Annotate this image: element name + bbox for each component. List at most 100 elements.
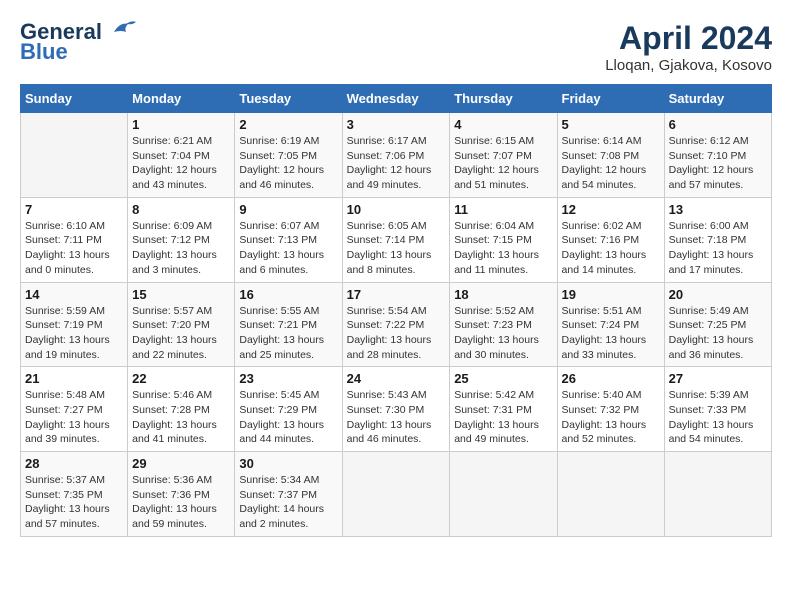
weekday-header-tuesday: Tuesday — [235, 85, 342, 113]
calendar-day-cell: 3 Sunrise: 6:17 AM Sunset: 7:06 PM Daylig… — [342, 113, 450, 198]
day-number: 24 — [347, 371, 446, 386]
calendar-table: SundayMondayTuesdayWednesdayThursdayFrid… — [20, 84, 772, 537]
calendar-day-cell: 5Sunrise: 6:14 AM Sunset: 7:08 PM Daylig… — [557, 113, 664, 198]
day-number: 22 — [132, 371, 230, 386]
day-number: 17 — [347, 287, 446, 302]
day-number: 9 — [239, 202, 337, 217]
day-info: Sunrise: 6:04 AM Sunset: 7:15 PM Dayligh… — [454, 219, 552, 278]
day-info: Sunrise: 5:57 AM Sunset: 7:20 PM Dayligh… — [132, 304, 230, 363]
calendar-week-row: 21 Sunrise: 5:48 AM Sunset: 7:27 PM Dayli… — [21, 367, 772, 452]
calendar-week-row: 1Sunrise: 6:21 AM Sunset: 7:04 PM Daylig… — [21, 113, 772, 198]
day-info: Sunrise: 6:19 AM Sunset: 7:05 PM Dayligh… — [239, 134, 337, 193]
day-number: 25 — [454, 371, 552, 386]
day-info: Sunrise: 6:15 AM Sunset: 7:07 PM Dayligh… — [454, 134, 552, 193]
calendar-day-cell — [342, 452, 450, 537]
calendar-day-cell: 7 Sunrise: 6:10 AM Sunset: 7:11 PM Daylig… — [21, 197, 128, 282]
logo-blue-text: Blue — [20, 40, 136, 64]
page-header: General Blue April 2024 Lloqan, Gjakova,… — [20, 20, 772, 74]
weekday-header-friday: Friday — [557, 85, 664, 113]
logo: General Blue — [20, 20, 136, 64]
day-number: 18 — [454, 287, 552, 302]
day-info: Sunrise: 6:00 AM Sunset: 7:18 PM Dayligh… — [669, 219, 767, 278]
calendar-day-cell — [21, 113, 128, 198]
day-info: Sunrise: 6:17 AM Sunset: 7:06 PM Dayligh… — [347, 134, 446, 193]
day-number: 6 — [669, 117, 767, 132]
day-info: Sunrise: 5:39 AM Sunset: 7:33 PM Dayligh… — [669, 388, 767, 447]
calendar-day-cell: 15 Sunrise: 5:57 AM Sunset: 7:20 PM Dayli… — [128, 282, 235, 367]
calendar-title: April 2024 — [605, 20, 772, 57]
day-info: Sunrise: 5:54 AM Sunset: 7:22 PM Dayligh… — [347, 304, 446, 363]
weekday-header-monday: Monday — [128, 85, 235, 113]
day-info: Sunrise: 5:45 AM Sunset: 7:29 PM Dayligh… — [239, 388, 337, 447]
calendar-day-cell: 16Sunrise: 5:55 AM Sunset: 7:21 PM Dayli… — [235, 282, 342, 367]
day-number: 3 — [347, 117, 446, 132]
weekday-header-sunday: Sunday — [21, 85, 128, 113]
calendar-day-cell: 20Sunrise: 5:49 AM Sunset: 7:25 PM Dayli… — [664, 282, 771, 367]
calendar-day-cell: 1Sunrise: 6:21 AM Sunset: 7:04 PM Daylig… — [128, 113, 235, 198]
calendar-day-cell: 12 Sunrise: 6:02 AM Sunset: 7:16 PM Dayli… — [557, 197, 664, 282]
calendar-day-cell: 8 Sunrise: 6:09 AM Sunset: 7:12 PM Daylig… — [128, 197, 235, 282]
calendar-day-cell: 23 Sunrise: 5:45 AM Sunset: 7:29 PM Dayli… — [235, 367, 342, 452]
calendar-week-row: 14 Sunrise: 5:59 AM Sunset: 7:19 PM Dayli… — [21, 282, 772, 367]
calendar-day-cell: 14 Sunrise: 5:59 AM Sunset: 7:19 PM Dayli… — [21, 282, 128, 367]
day-number: 26 — [562, 371, 660, 386]
day-info: Sunrise: 6:02 AM Sunset: 7:16 PM Dayligh… — [562, 219, 660, 278]
calendar-day-cell: 22 Sunrise: 5:46 AM Sunset: 7:28 PM Dayli… — [128, 367, 235, 452]
day-number: 19 — [562, 287, 660, 302]
day-number: 8 — [132, 202, 230, 217]
weekday-header-saturday: Saturday — [664, 85, 771, 113]
calendar-week-row: 7 Sunrise: 6:10 AM Sunset: 7:11 PM Daylig… — [21, 197, 772, 282]
calendar-day-cell: 26 Sunrise: 5:40 AM Sunset: 7:32 PM Dayli… — [557, 367, 664, 452]
day-number: 2 — [239, 117, 337, 132]
day-number: 23 — [239, 371, 337, 386]
weekday-header-thursday: Thursday — [450, 85, 557, 113]
day-number: 12 — [562, 202, 660, 217]
calendar-day-cell: 18Sunrise: 5:52 AM Sunset: 7:23 PM Dayli… — [450, 282, 557, 367]
day-info: Sunrise: 5:40 AM Sunset: 7:32 PM Dayligh… — [562, 388, 660, 447]
day-number: 28 — [25, 456, 123, 471]
day-number: 15 — [132, 287, 230, 302]
day-number: 16 — [239, 287, 337, 302]
calendar-day-cell: 2 Sunrise: 6:19 AM Sunset: 7:05 PM Daylig… — [235, 113, 342, 198]
day-number: 7 — [25, 202, 123, 217]
day-info: Sunrise: 5:36 AM Sunset: 7:36 PM Dayligh… — [132, 473, 230, 532]
day-info: Sunrise: 5:37 AM Sunset: 7:35 PM Dayligh… — [25, 473, 123, 532]
calendar-day-cell: 10 Sunrise: 6:05 AM Sunset: 7:14 PM Dayli… — [342, 197, 450, 282]
calendar-day-cell: 19 Sunrise: 5:51 AM Sunset: 7:24 PM Dayli… — [557, 282, 664, 367]
calendar-day-cell — [450, 452, 557, 537]
day-info: Sunrise: 5:51 AM Sunset: 7:24 PM Dayligh… — [562, 304, 660, 363]
weekday-header-wednesday: Wednesday — [342, 85, 450, 113]
day-number: 27 — [669, 371, 767, 386]
day-number: 10 — [347, 202, 446, 217]
calendar-day-cell: 4 Sunrise: 6:15 AM Sunset: 7:07 PM Daylig… — [450, 113, 557, 198]
calendar-day-cell: 25 Sunrise: 5:42 AM Sunset: 7:31 PM Dayli… — [450, 367, 557, 452]
day-number: 21 — [25, 371, 123, 386]
day-number: 29 — [132, 456, 230, 471]
calendar-day-cell: 27 Sunrise: 5:39 AM Sunset: 7:33 PM Dayli… — [664, 367, 771, 452]
day-info: Sunrise: 5:34 AM Sunset: 7:37 PM Dayligh… — [239, 473, 337, 532]
day-number: 30 — [239, 456, 337, 471]
day-info: Sunrise: 5:46 AM Sunset: 7:28 PM Dayligh… — [132, 388, 230, 447]
calendar-day-cell: 29 Sunrise: 5:36 AM Sunset: 7:36 PM Dayli… — [128, 452, 235, 537]
day-info: Sunrise: 6:21 AM Sunset: 7:04 PM Dayligh… — [132, 134, 230, 193]
day-info: Sunrise: 6:09 AM Sunset: 7:12 PM Dayligh… — [132, 219, 230, 278]
day-number: 11 — [454, 202, 552, 217]
day-number: 13 — [669, 202, 767, 217]
calendar-day-cell: 28 Sunrise: 5:37 AM Sunset: 7:35 PM Dayli… — [21, 452, 128, 537]
day-info: Sunrise: 6:05 AM Sunset: 7:14 PM Dayligh… — [347, 219, 446, 278]
day-number: 4 — [454, 117, 552, 132]
calendar-day-cell — [664, 452, 771, 537]
calendar-day-cell: 17 Sunrise: 5:54 AM Sunset: 7:22 PM Dayli… — [342, 282, 450, 367]
day-info: Sunrise: 6:07 AM Sunset: 7:13 PM Dayligh… — [239, 219, 337, 278]
calendar-day-cell: 13 Sunrise: 6:00 AM Sunset: 7:18 PM Dayli… — [664, 197, 771, 282]
calendar-day-cell: 6Sunrise: 6:12 AM Sunset: 7:10 PM Daylig… — [664, 113, 771, 198]
day-info: Sunrise: 5:43 AM Sunset: 7:30 PM Dayligh… — [347, 388, 446, 447]
day-info: Sunrise: 5:48 AM Sunset: 7:27 PM Dayligh… — [25, 388, 123, 447]
calendar-day-cell: 11 Sunrise: 6:04 AM Sunset: 7:15 PM Dayli… — [450, 197, 557, 282]
title-block: April 2024 Lloqan, Gjakova, Kosovo — [605, 20, 772, 74]
day-info: Sunrise: 5:42 AM Sunset: 7:31 PM Dayligh… — [454, 388, 552, 447]
day-number: 14 — [25, 287, 123, 302]
day-info: Sunrise: 6:10 AM Sunset: 7:11 PM Dayligh… — [25, 219, 123, 278]
calendar-day-cell: 24 Sunrise: 5:43 AM Sunset: 7:30 PM Dayli… — [342, 367, 450, 452]
day-info: Sunrise: 5:59 AM Sunset: 7:19 PM Dayligh… — [25, 304, 123, 363]
